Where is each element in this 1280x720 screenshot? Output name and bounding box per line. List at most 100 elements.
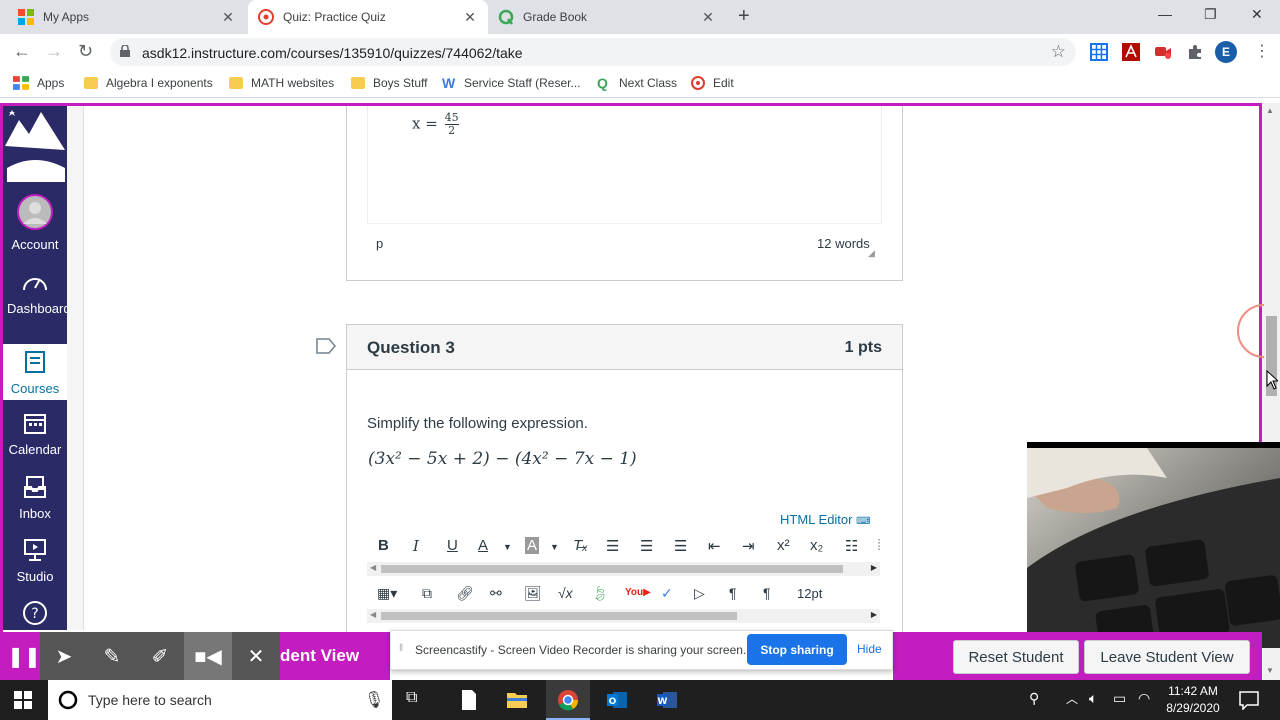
table-icon[interactable]: ▦▾ <box>377 585 397 602</box>
nav-studio[interactable]: Studio <box>3 538 67 586</box>
clear-formatting-icon[interactable]: T̶ₓ <box>573 537 588 554</box>
align-center-icon[interactable]: ☰ <box>640 537 653 555</box>
align-left-icon[interactable]: ☰ <box>606 537 619 555</box>
scroll-up-icon[interactable]: ▲ <box>1266 106 1274 115</box>
scrollbar-thumb[interactable] <box>381 565 843 573</box>
hide-button[interactable]: Hide <box>857 642 882 656</box>
stop-sharing-button[interactable]: Stop sharing <box>747 634 847 665</box>
close-tab-icon[interactable]: ✕ <box>700 9 716 26</box>
windows-start-icon[interactable] <box>14 691 32 709</box>
math-equation-icon[interactable]: √x <box>558 585 573 601</box>
bookmark-edit[interactable]: Edit <box>691 76 734 90</box>
bookmark-apps[interactable]: Apps <box>13 76 64 90</box>
bookmark-algebra[interactable]: Algebra I exponents <box>84 76 213 90</box>
outdent-icon[interactable]: ⇤ <box>708 537 721 555</box>
background-color-icon[interactable]: A <box>525 537 540 554</box>
bold-icon[interactable]: B <box>378 537 389 554</box>
rtl-paragraph-icon[interactable]: ¶ <box>763 585 771 601</box>
link-icon[interactable]: 🔗︎ <box>456 585 474 602</box>
clock[interactable]: 11:42 AM 8/29/2020 <box>1163 683 1223 717</box>
image-icon[interactable]: 🖼︎ <box>524 585 542 602</box>
back-arrow-icon[interactable]: ← <box>13 41 31 62</box>
chrome-icon[interactable] <box>557 689 579 711</box>
highlighter-icon[interactable]: ✐ <box>136 632 184 680</box>
screencastify-extension-icon[interactable] <box>1154 43 1172 61</box>
leave-student-view-button[interactable]: Leave Student View <box>1084 640 1250 674</box>
unlink-icon[interactable]: ⚯ <box>490 585 502 602</box>
nav-help[interactable]: ? <box>3 600 67 629</box>
grid-extension-icon[interactable] <box>1090 43 1108 61</box>
taskbar-search[interactable]: Type here to search 🎙︎ <box>48 680 392 720</box>
outlook-icon[interactable]: O <box>606 689 628 711</box>
battery-icon[interactable]: ▭ <box>1113 690 1126 707</box>
resize-handle-icon[interactable]: ◢ <box>868 248 875 259</box>
word-icon[interactable]: W <box>656 689 678 711</box>
tab-my-apps[interactable]: My Apps ✕ <box>8 0 246 34</box>
nav-inbox[interactable]: Inbox <box>3 475 67 523</box>
font-size-select[interactable]: 12pt <box>797 586 822 601</box>
embed-icon[interactable]: ⧉ <box>422 585 432 602</box>
superscript-icon[interactable]: x² <box>777 537 790 554</box>
task-view-icon[interactable]: ⧉ <box>406 689 417 707</box>
bookmark-service-staff[interactable]: W Service Staff (Reser... <box>442 76 581 90</box>
text-color-icon[interactable]: A <box>478 537 488 554</box>
drag-handle-icon[interactable]: ‖ <box>399 643 403 654</box>
underline-icon[interactable]: U <box>447 537 458 554</box>
nav-courses[interactable]: Courses <box>3 344 67 400</box>
close-window-icon[interactable]: ✕ <box>1251 6 1263 23</box>
restore-window-icon[interactable]: ❐ <box>1204 6 1217 23</box>
chevron-down-icon[interactable]: ▼ <box>550 542 559 552</box>
scroll-left-icon[interactable]: ◀ <box>370 610 376 619</box>
people-icon[interactable]: ⚲ <box>1029 690 1039 707</box>
pointer-cursor-icon[interactable]: ➤ <box>40 632 88 680</box>
profile-avatar[interactable]: E <box>1215 41 1237 63</box>
tab-grade-book[interactable]: Grade Book ✕ <box>488 0 726 34</box>
scroll-left-icon[interactable]: ◀ <box>370 563 376 572</box>
file-explorer-icon[interactable] <box>506 689 528 711</box>
chevron-down-icon[interactable]: ▼ <box>503 542 512 552</box>
close-tab-icon[interactable]: ✕ <box>462 9 478 26</box>
editor-path-tag[interactable]: p <box>376 236 383 251</box>
browser-menu-icon[interactable]: ⋮ <box>1254 41 1270 61</box>
nav-account[interactable]: Account <box>3 194 67 254</box>
camera-icon[interactable]: ■◀ <box>184 632 232 680</box>
italic-icon[interactable]: I <box>413 537 419 555</box>
flag-question-icon[interactable] <box>316 338 336 354</box>
volume-icon[interactable]: 🔈︎ <box>1089 690 1097 707</box>
notepad-file-icon[interactable] <box>458 689 480 711</box>
pen-icon[interactable]: ✎ <box>88 632 136 680</box>
bullet-list-icon[interactable]: ☷ <box>845 537 858 555</box>
bookmark-boys-stuff[interactable]: Boys Stuff <box>351 76 427 90</box>
nav-calendar[interactable]: Calendar <box>3 411 67 459</box>
subscript-icon[interactable]: x₂ <box>810 537 823 554</box>
align-right-icon[interactable]: ☰ <box>674 537 687 555</box>
ltr-paragraph-icon[interactable]: ¶ <box>729 585 737 601</box>
address-bar[interactable]: asdk12.instructure.com/courses/135910/qu… <box>110 38 1076 66</box>
acrobat-extension-icon[interactable] <box>1122 43 1140 61</box>
tab-practice-quiz[interactable]: Quiz: Practice Quiz ✕ <box>248 0 488 34</box>
reload-icon[interactable]: ↻ <box>78 41 93 62</box>
bookmark-star-icon[interactable]: ☆ <box>1051 42 1066 62</box>
nav-dashboard[interactable]: Dashboard <box>3 270 71 318</box>
indent-icon[interactable]: ⇥ <box>742 537 755 555</box>
media-icon[interactable]: ▷ <box>694 585 705 602</box>
close-toolbar-icon[interactable]: ✕ <box>232 632 280 680</box>
close-tab-icon[interactable]: ✕ <box>220 9 236 26</box>
scrollbar-thumb[interactable] <box>381 612 737 620</box>
html-editor-link[interactable]: HTML Editor ⌨ <box>780 512 871 527</box>
scroll-down-icon[interactable]: ▼ <box>1266 666 1274 675</box>
scroll-right-icon[interactable]: ▶ <box>871 563 877 572</box>
extensions-puzzle-icon[interactable] <box>1186 43 1204 61</box>
toolbar-scrollbar[interactable]: ◀ ▶ <box>367 562 880 576</box>
toolbar-scrollbar-2[interactable]: ◀ ▶ <box>367 609 880 623</box>
show-hidden-icons-icon[interactable]: ︿ <box>1066 690 1078 707</box>
bookmark-math-websites[interactable]: MATH websites <box>229 76 334 90</box>
new-tab-plus-icon[interactable]: + <box>738 5 750 28</box>
wifi-icon[interactable]: ◠ <box>1138 690 1150 707</box>
notifications-icon[interactable] <box>1239 690 1259 710</box>
youtube-icon[interactable]: You▶ <box>625 587 651 598</box>
vimeo-check-icon[interactable]: ✓ <box>661 585 673 602</box>
scroll-right-icon[interactable]: ▶ <box>871 610 877 619</box>
bookmark-next-class[interactable]: Q Next Class <box>597 76 677 90</box>
microphone-icon[interactable]: 🎙︎ <box>364 690 384 710</box>
